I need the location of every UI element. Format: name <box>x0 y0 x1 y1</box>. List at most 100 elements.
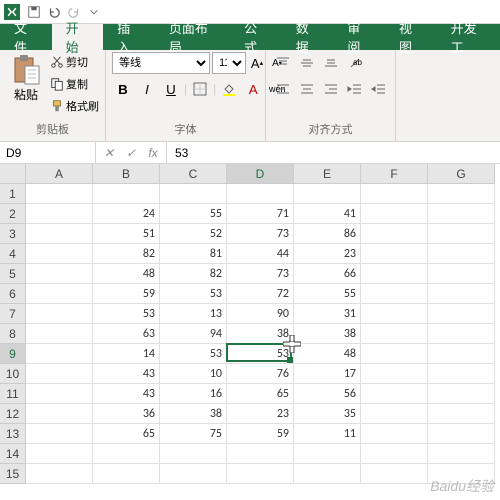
row-header[interactable]: 4 <box>0 244 26 264</box>
cell[interactable]: 36 <box>93 404 160 424</box>
cell[interactable]: 38 <box>227 324 294 344</box>
cell[interactable] <box>361 404 428 424</box>
cell[interactable]: 56 <box>294 384 361 404</box>
cell[interactable]: 24 <box>93 204 160 224</box>
cell[interactable]: 59 <box>93 284 160 304</box>
row-header[interactable]: 8 <box>0 324 26 344</box>
cell[interactable] <box>160 464 227 484</box>
cell[interactable] <box>428 304 495 324</box>
cell[interactable]: 48 <box>93 264 160 284</box>
formula-bar[interactable]: 53 <box>167 146 500 160</box>
cell[interactable]: 63 <box>93 324 160 344</box>
tab-data[interactable]: 数据 <box>282 24 334 50</box>
cell[interactable]: 86 <box>294 224 361 244</box>
align-center-button[interactable] <box>296 78 318 100</box>
cell[interactable] <box>428 344 495 364</box>
cell[interactable]: 23 <box>294 244 361 264</box>
cell[interactable] <box>361 304 428 324</box>
align-right-button[interactable] <box>320 78 342 100</box>
undo-icon[interactable] <box>44 2 64 22</box>
cell[interactable] <box>93 184 160 204</box>
tab-insert[interactable]: 插入 <box>103 24 155 50</box>
cell[interactable]: 43 <box>93 364 160 384</box>
cell[interactable] <box>160 444 227 464</box>
cell[interactable]: 10 <box>160 364 227 384</box>
cell[interactable] <box>26 324 93 344</box>
cell[interactable] <box>26 384 93 404</box>
font-name-select[interactable]: 等线 <box>112 52 210 74</box>
cell[interactable] <box>428 324 495 344</box>
cell[interactable] <box>361 264 428 284</box>
accept-formula-icon[interactable]: ✓ <box>120 143 142 163</box>
cell[interactable] <box>428 224 495 244</box>
cell[interactable]: 11 <box>294 424 361 444</box>
column-header[interactable]: E <box>294 164 361 184</box>
cell[interactable]: 53 <box>160 344 227 364</box>
cell[interactable]: 38 <box>160 404 227 424</box>
column-header[interactable]: F <box>361 164 428 184</box>
align-middle-button[interactable] <box>296 52 318 74</box>
cell[interactable] <box>227 444 294 464</box>
column-header[interactable]: A <box>26 164 93 184</box>
column-header[interactable]: G <box>428 164 495 184</box>
cell[interactable] <box>26 304 93 324</box>
cancel-formula-icon[interactable]: ✕ <box>98 143 120 163</box>
cell[interactable]: 81 <box>160 244 227 264</box>
row-header[interactable]: 14 <box>0 444 26 464</box>
cell[interactable]: 73 <box>227 264 294 284</box>
row-header[interactable]: 7 <box>0 304 26 324</box>
cell[interactable] <box>26 224 93 244</box>
cell[interactable]: 90 <box>227 304 294 324</box>
fx-icon[interactable]: fx <box>142 143 164 163</box>
indent-decrease-button[interactable] <box>344 78 366 100</box>
cell[interactable] <box>227 464 294 484</box>
cell[interactable] <box>294 464 361 484</box>
font-size-select[interactable]: 11 <box>212 52 246 74</box>
cell[interactable]: 53 <box>227 344 294 364</box>
row-header[interactable]: 2 <box>0 204 26 224</box>
cell[interactable] <box>428 384 495 404</box>
cell[interactable]: 43 <box>93 384 160 404</box>
row-header[interactable]: 5 <box>0 264 26 284</box>
cell[interactable] <box>26 424 93 444</box>
tab-dev[interactable]: 开发工 <box>437 24 500 50</box>
indent-increase-button[interactable] <box>368 78 390 100</box>
row-header[interactable]: 10 <box>0 364 26 384</box>
align-top-button[interactable] <box>272 52 294 74</box>
tab-home[interactable]: 开始 <box>52 24 104 50</box>
cell[interactable] <box>428 404 495 424</box>
cell[interactable]: 65 <box>227 384 294 404</box>
font-color-button[interactable]: A <box>242 78 264 100</box>
cell[interactable] <box>361 364 428 384</box>
cell[interactable] <box>294 184 361 204</box>
cell[interactable] <box>428 244 495 264</box>
cell[interactable] <box>26 344 93 364</box>
row-header[interactable]: 9 <box>0 344 26 364</box>
cell[interactable] <box>361 464 428 484</box>
cell[interactable] <box>227 184 294 204</box>
cell[interactable] <box>26 404 93 424</box>
cell[interactable] <box>160 184 227 204</box>
cell[interactable]: 72 <box>227 284 294 304</box>
border-button[interactable] <box>189 78 211 100</box>
cut-button[interactable]: 剪切 <box>50 52 99 72</box>
tab-review[interactable]: 审阅 <box>333 24 385 50</box>
cell[interactable] <box>361 244 428 264</box>
cell[interactable]: 75 <box>160 424 227 444</box>
underline-button[interactable]: U <box>160 78 182 100</box>
row-header[interactable]: 6 <box>0 284 26 304</box>
cell[interactable] <box>428 364 495 384</box>
cell[interactable] <box>294 444 361 464</box>
row-header[interactable]: 12 <box>0 404 26 424</box>
cell[interactable]: 31 <box>294 304 361 324</box>
row-header[interactable]: 1 <box>0 184 26 204</box>
cell[interactable]: 53 <box>93 304 160 324</box>
cell[interactable]: 82 <box>93 244 160 264</box>
tab-file[interactable]: 文件 <box>0 24 52 50</box>
tab-layout[interactable]: 页面布局 <box>155 24 230 50</box>
format-painter-button[interactable]: 格式刷 <box>50 96 99 116</box>
row-header[interactable]: 13 <box>0 424 26 444</box>
paste-button[interactable]: 粘贴 <box>6 52 46 103</box>
align-bottom-button[interactable] <box>320 52 342 74</box>
cell[interactable] <box>26 264 93 284</box>
